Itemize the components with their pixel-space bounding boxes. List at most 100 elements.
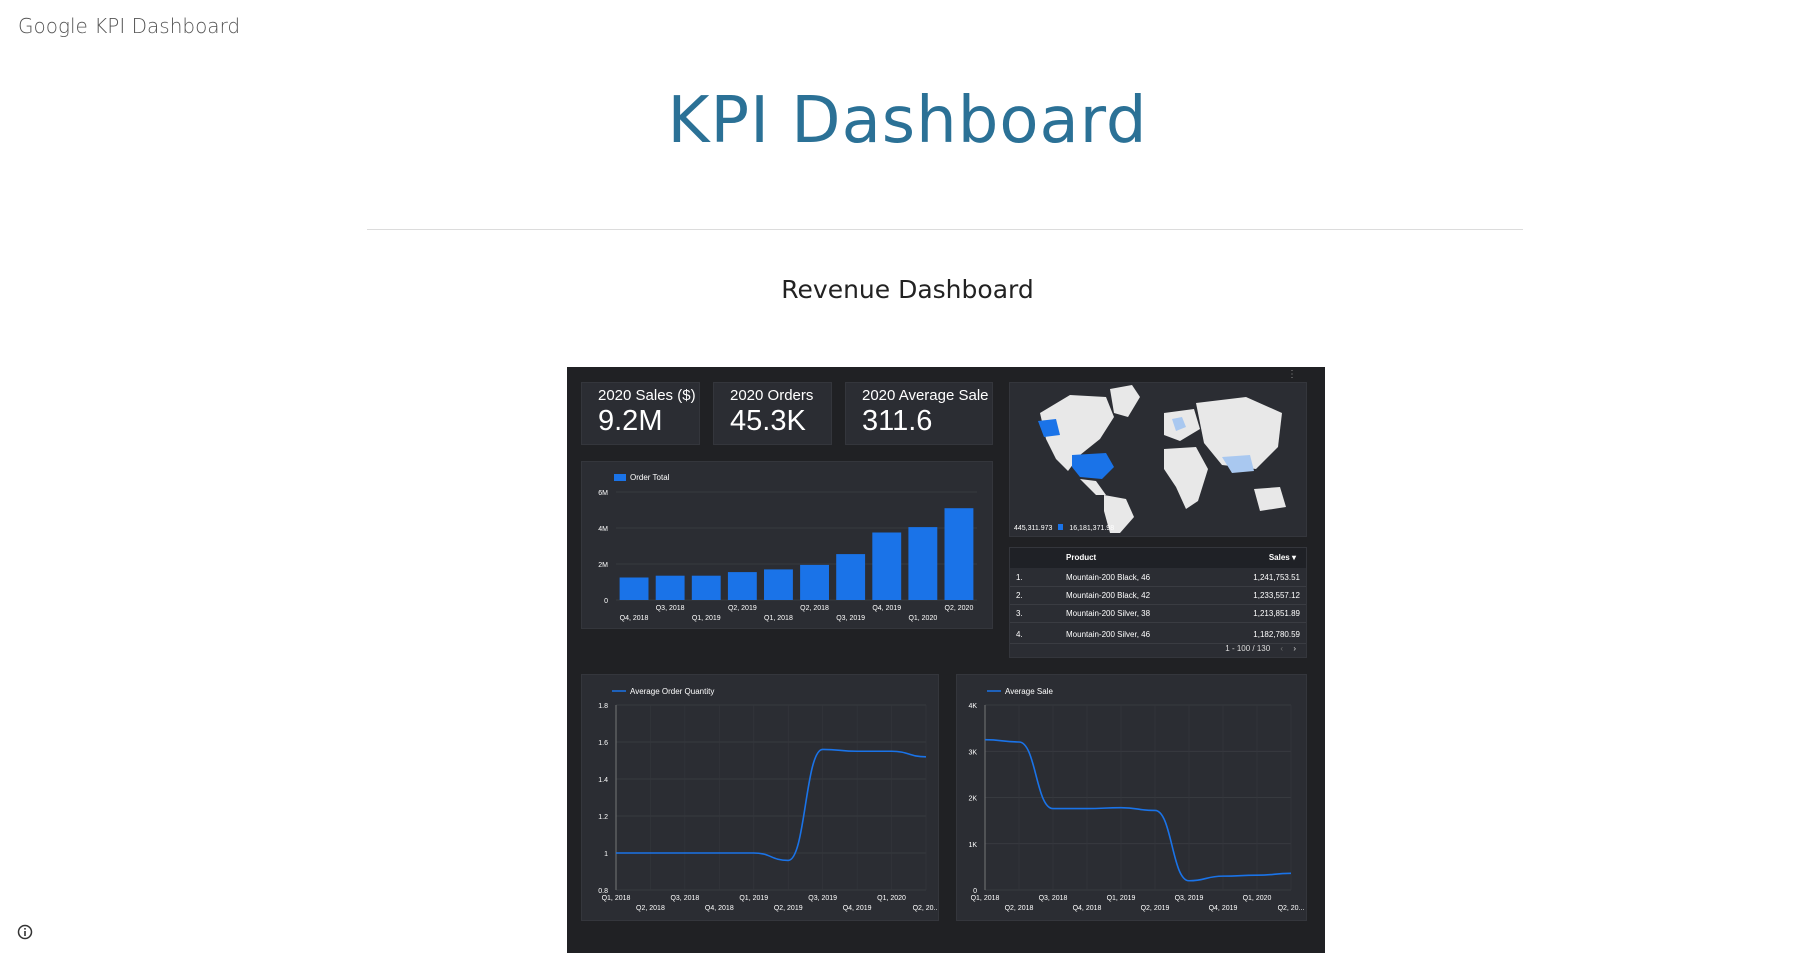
row-sales: 1,233,557.12	[1253, 591, 1300, 600]
series-line	[984, 738, 1292, 882]
product-sales-table-continued[interactable]: 4. Mountain-200 Silver, 46 1,182,780.59 …	[1009, 627, 1307, 658]
x-tick-label: Q4, 2019	[843, 905, 872, 912]
x-tick-label: Q2, 20...	[913, 905, 938, 912]
row-sales: 1,241,753.51	[1253, 573, 1300, 582]
table-row[interactable]: 2. Mountain-200 Black, 42 1,233,557.12	[1010, 586, 1306, 605]
map-legend-max: 16,181,371.98	[1069, 525, 1115, 532]
x-tick-label: Q4, 2019	[1209, 905, 1238, 912]
x-tick-label: Q2, 2018	[800, 605, 829, 612]
legend-label: Average Order Quantity	[630, 687, 714, 696]
x-tick-label: Q1, 2019	[692, 615, 721, 622]
x-tick-label: Q1, 2020	[908, 615, 937, 622]
bar	[908, 527, 938, 600]
kpi-card-average-sale: 2020 Average Sale 311.6	[845, 382, 993, 445]
map-legend-min: 445,311.973	[1014, 525, 1053, 532]
y-tick-label: 2M	[598, 562, 608, 569]
y-tick-label: 1.2	[598, 814, 608, 821]
map-central-america	[1080, 479, 1106, 495]
average-order-quantity-chart-card[interactable]: Average Order Quantity 0.8 1 1.2 1.4 1.6 1.8 Q1…	[581, 674, 939, 921]
y-tick-label: 0	[604, 598, 608, 605]
y-tick-label: 0.8	[598, 888, 608, 895]
y-tick-label: 6M	[598, 490, 608, 497]
map-africa	[1164, 447, 1208, 509]
pager-next-button[interactable]: ›	[1293, 644, 1296, 653]
x-tick-label: Q1, 2020	[877, 895, 906, 902]
bar	[727, 572, 757, 600]
report-menu-icon[interactable]: ⋮	[1287, 369, 1297, 380]
divider	[367, 229, 1523, 230]
x-tick-label: Q3, 2018	[1039, 895, 1068, 902]
x-tick-label: Q1, 2018	[764, 615, 793, 622]
x-tick-label: Q3, 2018	[656, 605, 685, 612]
row-sales: 1,182,780.59	[1253, 630, 1300, 639]
pager-prev-button[interactable]: ‹	[1280, 644, 1283, 653]
page-title: KPI Dashboard	[667, 84, 1148, 158]
column-header-sales[interactable]: Sales ▾	[1269, 553, 1296, 562]
y-tick-label: 3K	[968, 749, 977, 756]
average-sale-chart[interactable]: Average Sale 0 1K 2K 3K 4K Q1, 2018 Q3, 2018 Q1,…	[957, 675, 1306, 920]
row-product: Mountain-200 Black, 42	[1066, 591, 1151, 600]
bar	[836, 554, 866, 600]
embedded-report[interactable]: ⋮ 2020 Sales ($) 9.2M 2020 Orders 45.3K …	[567, 367, 1325, 953]
y-tick-label: 1K	[968, 842, 977, 849]
map-asia-highlight	[1222, 455, 1254, 473]
x-tick-label: Q2, 2018	[636, 905, 665, 912]
geo-map-card[interactable]: 445,311.973 16,181,371.98	[1009, 382, 1307, 537]
bar	[872, 532, 902, 600]
y-tick-label: 4M	[598, 526, 608, 533]
legend-swatch	[614, 474, 626, 481]
x-tick-label: Q1, 2019	[1107, 895, 1136, 902]
average-sale-chart-card[interactable]: Average Sale 0 1K 2K 3K 4K Q1, 2018 Q3, 2018 Q1,…	[956, 674, 1307, 921]
y-tick-label: 1.6	[598, 740, 608, 747]
map-legend: 445,311.973 16,181,371.98	[1014, 524, 1114, 532]
info-icon[interactable]	[17, 924, 33, 940]
order-total-bar-chart[interactable]: Order Total 0 2M 4M 6M Q4, 2018 Q3, 2018 Q1, 20…	[582, 462, 992, 628]
map-greenland	[1110, 385, 1140, 417]
row-rank: 4.	[1016, 630, 1023, 639]
table-row[interactable]: 1. Mountain-200 Black, 46 1,241,753.51	[1010, 568, 1306, 587]
kpi-value: 311.6	[862, 405, 933, 437]
kpi-card-sales: 2020 Sales ($) 9.2M	[581, 382, 700, 445]
table-header: Product Sales ▾	[1010, 548, 1306, 568]
section-title: Revenue Dashboard	[781, 275, 1034, 304]
pager-range: 1 - 100 / 130	[1225, 644, 1271, 653]
bar	[764, 569, 793, 600]
column-header-product[interactable]: Product	[1066, 553, 1096, 562]
product-sales-table[interactable]: Product Sales ▾ 1. Mountain-200 Black, 4…	[1009, 547, 1307, 629]
x-tick-label: Q4, 2019	[872, 605, 901, 612]
x-tick-label: Q2, 2019	[1141, 905, 1170, 912]
row-rank: 3.	[1016, 609, 1023, 618]
x-tick-label: Q2, 2020	[945, 605, 974, 612]
y-tick-label: 1.8	[598, 703, 608, 710]
average-order-quantity-chart[interactable]: Average Order Quantity 0.8 1 1.2 1.4 1.6 1.8 Q1…	[582, 675, 939, 920]
series-line	[616, 748, 927, 862]
x-tick-label: Q1, 2019	[739, 895, 768, 902]
order-total-bar-chart-card[interactable]: Order Total 0 2M 4M 6M Q4, 2018 Q3, 2018 Q1, 20…	[581, 461, 993, 629]
row-sales: 1,213,851.89	[1253, 609, 1300, 618]
bar	[655, 575, 685, 600]
site-name[interactable]: Google KPI Dashboard	[18, 14, 240, 38]
x-tick-label: Q2, 20...	[1278, 905, 1305, 912]
table-pager: 1 - 100 / 130 ‹ ›	[1217, 644, 1296, 653]
kpi-label: 2020 Average Sale	[862, 387, 989, 404]
x-tick-label: Q1, 2018	[971, 895, 1000, 902]
kpi-label: 2020 Sales ($)	[598, 387, 696, 404]
map-australia	[1254, 487, 1286, 511]
table-row[interactable]: 3. Mountain-200 Silver, 38 1,213,851.89	[1010, 604, 1306, 623]
y-tick-label: 0	[973, 888, 977, 895]
bar	[944, 508, 974, 600]
y-tick-label: 4K	[968, 703, 977, 710]
x-tick-label: Q1, 2020	[1243, 895, 1272, 902]
row-rank: 2.	[1016, 591, 1023, 600]
world-map[interactable]	[1010, 383, 1306, 536]
x-tick-label: Q3, 2019	[1175, 895, 1204, 902]
legend-label: Average Sale	[1005, 687, 1053, 696]
x-tick-label: Q4, 2018	[705, 905, 734, 912]
kpi-card-orders: 2020 Orders 45.3K	[713, 382, 832, 445]
row-product: Mountain-200 Silver, 46	[1066, 630, 1151, 639]
y-tick-label: 1	[604, 851, 608, 858]
bar	[691, 575, 721, 600]
table-row[interactable]: 4. Mountain-200 Silver, 46 1,182,780.59	[1010, 627, 1306, 644]
x-tick-label: Q4, 2018	[620, 615, 649, 622]
x-tick-label: Q4, 2018	[1073, 905, 1102, 912]
